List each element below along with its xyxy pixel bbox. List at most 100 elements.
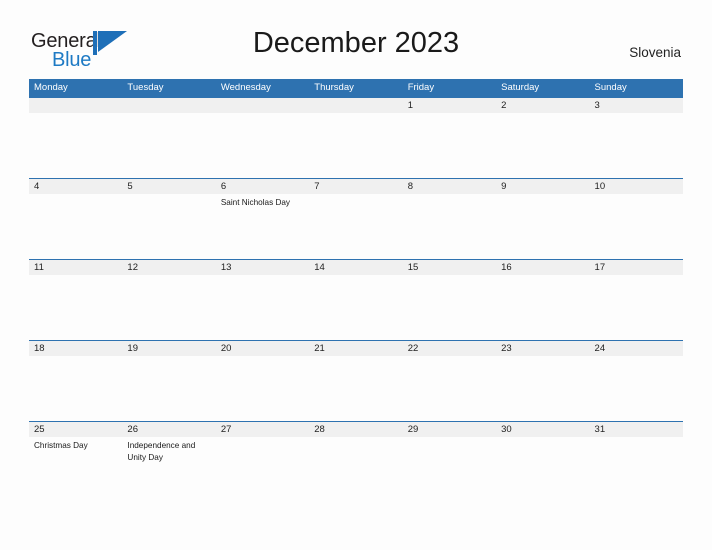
- week-date-band: 25 26 27 28 29 30 31: [29, 421, 683, 437]
- weekday-friday: Friday: [407, 82, 435, 93]
- calendar-grid: Monday Tuesday Wednesday Thursday Friday…: [29, 79, 683, 503]
- event-label: Christmas Day: [34, 441, 88, 450]
- day-number[interactable]: 13: [216, 260, 309, 275]
- day-cell[interactable]: Independence and Unity Day: [122, 437, 215, 503]
- day-cell[interactable]: Christmas Day: [29, 437, 122, 503]
- day-number[interactable]: 18: [29, 341, 122, 356]
- event-label: Saint Nicholas Day: [220, 198, 291, 207]
- day-number[interactable]: 6: [216, 179, 309, 194]
- calendar-week-row: 1 2 3: [29, 97, 683, 179]
- day-number[interactable]: 9: [496, 179, 589, 194]
- day-cell[interactable]: [309, 437, 402, 503]
- day-number[interactable]: 25: [29, 422, 122, 437]
- day-cell[interactable]: [496, 113, 589, 179]
- day-number[interactable]: 15: [403, 260, 496, 275]
- day-number[interactable]: 7: [309, 179, 402, 194]
- day-cell[interactable]: [122, 275, 215, 341]
- day-cell[interactable]: [403, 356, 496, 422]
- day-number[interactable]: 28: [309, 422, 402, 437]
- day-cell[interactable]: [496, 437, 589, 503]
- day-cell[interactable]: [590, 113, 683, 179]
- day-number[interactable]: [122, 98, 215, 113]
- day-number[interactable]: [216, 98, 309, 113]
- day-cell[interactable]: [309, 275, 402, 341]
- day-cell[interactable]: [590, 194, 683, 260]
- day-number[interactable]: 16: [496, 260, 589, 275]
- week-event-band: Christmas Day Independence and Unity Day: [29, 437, 683, 503]
- day-cell[interactable]: [403, 275, 496, 341]
- day-cell[interactable]: [216, 275, 309, 341]
- day-cell[interactable]: [216, 437, 309, 503]
- day-cell[interactable]: [122, 356, 215, 422]
- day-cell[interactable]: [122, 194, 215, 260]
- day-number[interactable]: 20: [216, 341, 309, 356]
- day-cell[interactable]: [590, 356, 683, 422]
- weekday-thursday: Thursday: [314, 82, 354, 93]
- day-number[interactable]: 17: [590, 260, 683, 275]
- week-date-band: 18 19 20 21 22 23 24: [29, 340, 683, 356]
- weekday-saturday: Saturday: [501, 82, 540, 93]
- day-number[interactable]: 26: [122, 422, 215, 437]
- day-cell[interactable]: [216, 356, 309, 422]
- day-number[interactable]: 11: [29, 260, 122, 275]
- day-cell[interactable]: [496, 275, 589, 341]
- day-number[interactable]: 21: [309, 341, 402, 356]
- week-date-band: 1 2 3: [29, 97, 683, 113]
- weekday-header-row: Monday Tuesday Wednesday Thursday Friday…: [29, 79, 683, 97]
- day-cell[interactable]: [590, 437, 683, 503]
- week-event-band: [29, 113, 683, 179]
- day-number[interactable]: 3: [590, 98, 683, 113]
- day-number[interactable]: 29: [403, 422, 496, 437]
- calendar-week-row: 4 5 6 7 8 9 10 Saint Nicholas Day: [29, 178, 683, 260]
- day-number[interactable]: 8: [403, 179, 496, 194]
- day-cell[interactable]: [216, 113, 309, 179]
- day-number[interactable]: 1: [403, 98, 496, 113]
- week-date-band: 11 12 13 14 15 16 17: [29, 259, 683, 275]
- calendar-week-row: 25 26 27 28 29 30 31 Christmas Day Indep…: [29, 421, 683, 503]
- page-title: December 2023: [252, 27, 460, 59]
- calendar-page: General Blue December 2023 Slovenia Mond…: [0, 0, 712, 550]
- day-cell[interactable]: [122, 113, 215, 179]
- weekday-wednesday: Wednesday: [220, 82, 271, 93]
- day-number[interactable]: 2: [496, 98, 589, 113]
- day-number[interactable]: 30: [496, 422, 589, 437]
- region-label: Slovenia: [629, 45, 681, 60]
- event-label: Independence and Unity Day: [127, 441, 196, 462]
- day-cell[interactable]: [309, 194, 402, 260]
- day-cell[interactable]: [403, 437, 496, 503]
- weekday-tuesday: Tuesday: [127, 82, 164, 93]
- page-header: General Blue December 2023 Slovenia: [0, 0, 712, 78]
- day-cell[interactable]: [29, 113, 122, 179]
- day-number[interactable]: [29, 98, 122, 113]
- day-number[interactable]: 24: [590, 341, 683, 356]
- week-date-band: 4 5 6 7 8 9 10: [29, 178, 683, 194]
- day-number[interactable]: [309, 98, 402, 113]
- day-number[interactable]: 10: [590, 179, 683, 194]
- calendar-week-row: 18 19 20 21 22 23 24: [29, 340, 683, 422]
- day-cell[interactable]: [29, 194, 122, 260]
- day-cell[interactable]: [309, 356, 402, 422]
- day-cell[interactable]: [590, 275, 683, 341]
- weekday-monday: Monday: [34, 82, 68, 93]
- day-cell[interactable]: [496, 356, 589, 422]
- day-number[interactable]: 27: [216, 422, 309, 437]
- day-cell[interactable]: [403, 113, 496, 179]
- day-cell[interactable]: [29, 275, 122, 341]
- day-cell[interactable]: [403, 194, 496, 260]
- day-cell[interactable]: [309, 113, 402, 179]
- weekday-sunday: Sunday: [594, 82, 627, 93]
- day-number[interactable]: 14: [309, 260, 402, 275]
- day-number[interactable]: 23: [496, 341, 589, 356]
- day-cell[interactable]: [29, 356, 122, 422]
- day-number[interactable]: 5: [122, 179, 215, 194]
- day-number[interactable]: 31: [590, 422, 683, 437]
- week-event-band: [29, 356, 683, 422]
- day-number[interactable]: 12: [122, 260, 215, 275]
- day-number[interactable]: 22: [403, 341, 496, 356]
- day-number[interactable]: 4: [29, 179, 122, 194]
- week-event-band: [29, 275, 683, 341]
- day-cell[interactable]: Saint Nicholas Day: [216, 194, 309, 260]
- day-cell[interactable]: [496, 194, 589, 260]
- calendar-week-row: 11 12 13 14 15 16 17: [29, 259, 683, 341]
- day-number[interactable]: 19: [122, 341, 215, 356]
